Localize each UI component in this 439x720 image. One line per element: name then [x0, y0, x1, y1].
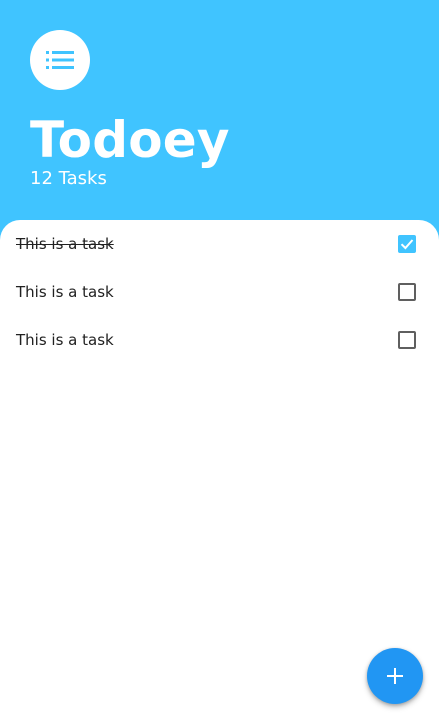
task-checkbox[interactable] [398, 235, 416, 253]
list-icon [45, 49, 75, 71]
task-label: This is a task [16, 283, 114, 301]
add-task-button[interactable] [367, 648, 423, 704]
task-checkbox[interactable] [398, 283, 416, 301]
task-item[interactable]: This is a task [0, 316, 439, 364]
check-icon [400, 239, 414, 250]
task-label: This is a task [16, 235, 114, 253]
task-label: This is a task [16, 331, 114, 349]
avatar [30, 30, 90, 90]
app-title: Todoey [30, 111, 230, 169]
header: Todoey 12 Tasks [0, 0, 439, 220]
task-item[interactable]: This is a task [0, 220, 439, 268]
task-checkbox[interactable] [398, 331, 416, 349]
task-item[interactable]: This is a task [0, 268, 439, 316]
app-screen: Todoey 12 Tasks This is a task This is a… [0, 0, 439, 720]
plus-icon [387, 668, 403, 684]
task-count: 12 Tasks [30, 168, 107, 189]
task-list-panel: This is a task This is a task This is a … [0, 220, 439, 720]
